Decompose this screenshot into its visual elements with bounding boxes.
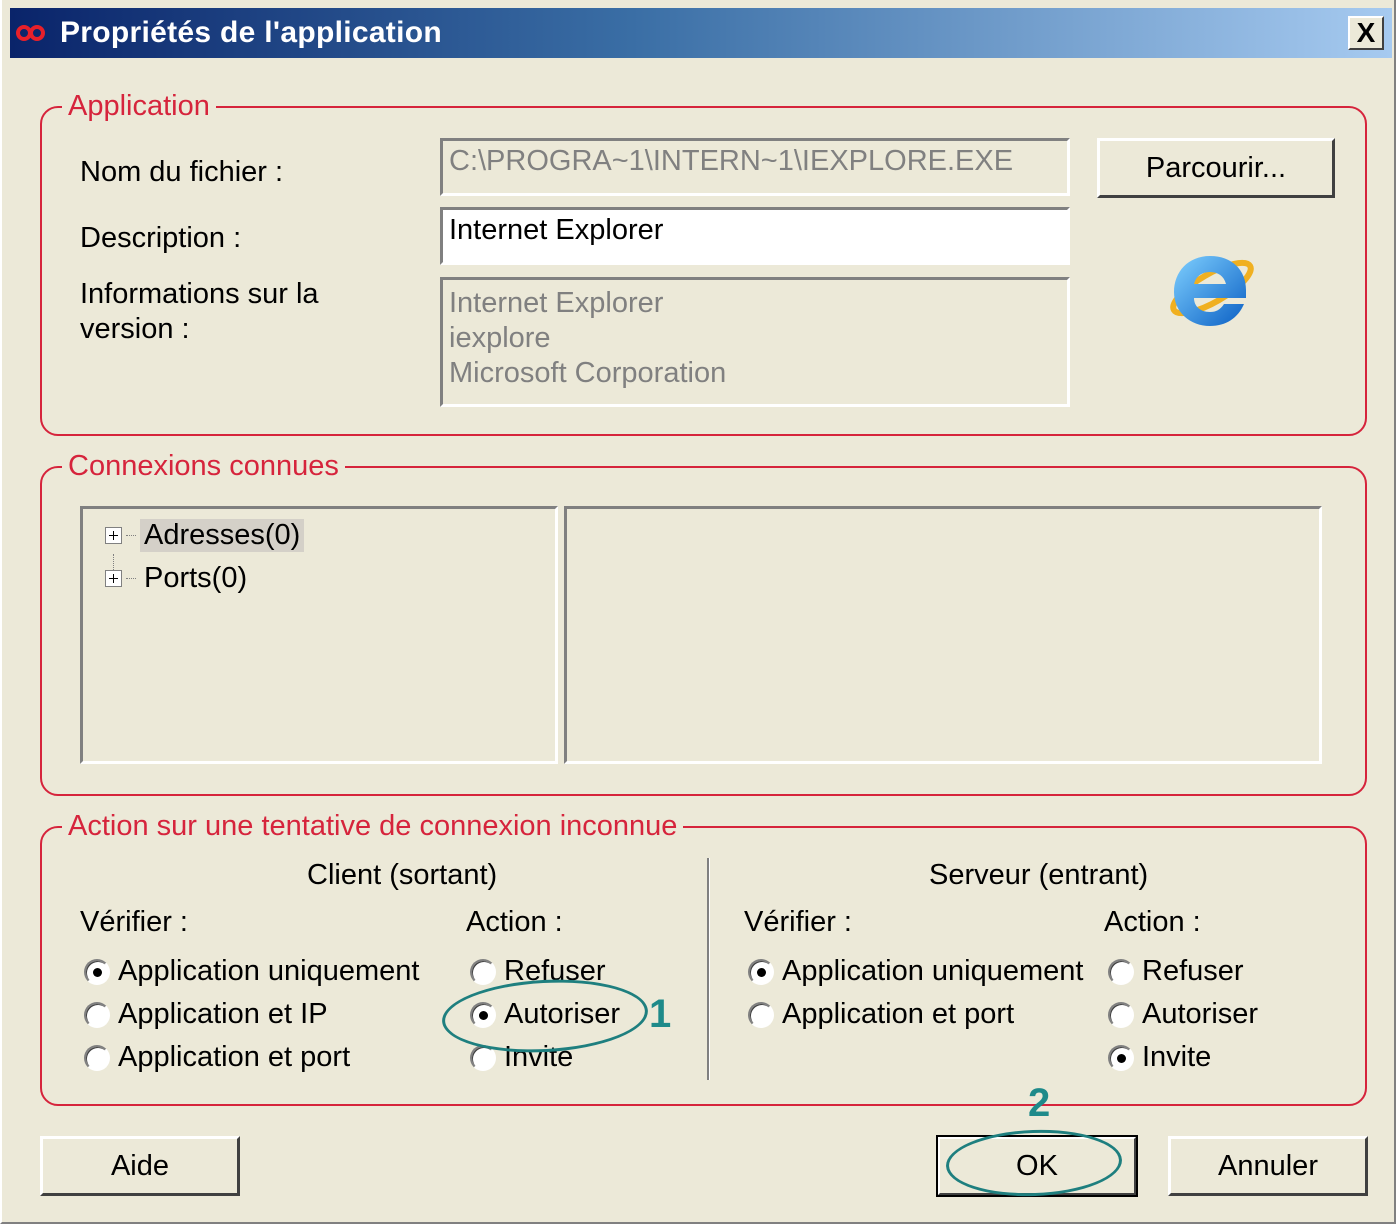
help-button[interactable]: Aide: [40, 1136, 240, 1196]
radio-icon[interactable]: [1108, 1044, 1134, 1071]
client-action-label: Action :: [466, 906, 563, 938]
version-label-line2: version :: [80, 313, 190, 345]
radio-icon[interactable]: [84, 958, 110, 985]
radio-label: Invite: [1142, 1041, 1212, 1073]
client-verify-app-port-radio[interactable]: Application et port: [84, 1041, 350, 1074]
radio-icon[interactable]: [748, 958, 774, 985]
radio-icon[interactable]: [84, 1001, 110, 1028]
version-line: Internet Explorer: [449, 287, 664, 319]
tree-item-adresses[interactable]: Adresses(0): [105, 517, 305, 553]
cancel-button[interactable]: Annuler: [1168, 1136, 1368, 1196]
filename-field[interactable]: C:\PROGRA~1\INTERN~1\IEXPLORE.EXE: [440, 138, 1070, 196]
radio-label: Application et IP: [118, 998, 328, 1030]
expand-icon[interactable]: [105, 569, 122, 587]
description-field[interactable]: Internet Explorer: [440, 207, 1070, 265]
browse-button[interactable]: Parcourir...: [1097, 138, 1335, 198]
radio-icon[interactable]: [1108, 958, 1134, 985]
tree-item-label: Adresses(0): [140, 518, 305, 552]
server-action-autoriser-radio[interactable]: Autoriser: [1108, 998, 1258, 1031]
radio-label: Application uniquement: [118, 955, 420, 987]
description-label: Description :: [80, 222, 242, 254]
version-line: Microsoft Corporation: [449, 357, 727, 389]
application-group-title: Application: [62, 89, 216, 123]
filename-label: Nom du fichier :: [80, 156, 284, 188]
tree-item-label: Ports(0): [144, 561, 248, 594]
server-verify-app-port-radio[interactable]: Application et port: [748, 998, 1014, 1031]
client-verify-app-only-radio[interactable]: Application uniquement: [84, 955, 419, 988]
tree-item-ports[interactable]: Ports(0): [105, 560, 251, 596]
dialog-window: Propriétés de l'application X Applicatio…: [0, 0, 1396, 1224]
server-verify-app-only-radio[interactable]: Application uniquement: [748, 955, 1083, 988]
connections-detail-panel[interactable]: [564, 506, 1322, 764]
app-logo-icon: [16, 21, 52, 45]
radio-label: Application et port: [118, 1041, 351, 1073]
window-title: Propriétés de l'application: [60, 16, 442, 49]
close-button[interactable]: X: [1348, 16, 1384, 50]
server-heading: Serveur (entrant): [929, 859, 1149, 891]
annotation-number-1: 1: [649, 992, 672, 1036]
radio-label: Application et port: [782, 998, 1015, 1030]
client-heading: Client (sortant): [307, 859, 498, 891]
title-bar[interactable]: Propriétés de l'application X: [10, 8, 1392, 58]
server-action-refuser-radio[interactable]: Refuser: [1108, 955, 1244, 988]
radio-icon[interactable]: [470, 958, 496, 985]
version-line: iexplore: [449, 322, 551, 354]
radio-icon[interactable]: [1108, 1001, 1134, 1028]
internet-explorer-icon: [1170, 256, 1254, 326]
version-info-field[interactable]: Internet Explorer iexplore Microsoft Cor…: [440, 277, 1070, 407]
radio-label: Autoriser: [1142, 998, 1259, 1030]
radio-label: Refuser: [1142, 955, 1244, 987]
server-verify-label: Vérifier :: [744, 906, 852, 938]
server-action-label: Action :: [1104, 906, 1201, 938]
client-verify-label: Vérifier :: [80, 906, 188, 938]
radio-icon[interactable]: [84, 1044, 110, 1071]
version-label-line1: Informations sur la: [80, 278, 319, 310]
server-action-invite-radio[interactable]: Invite: [1108, 1041, 1211, 1074]
client-verify-app-ip-radio[interactable]: Application et IP: [84, 998, 328, 1031]
annotation-number-2: 2: [1028, 1081, 1051, 1125]
action-group-title: Action sur une tentative de connexion in…: [62, 809, 684, 843]
radio-label: Application uniquement: [782, 955, 1084, 987]
connections-tree[interactable]: Adresses(0) Ports(0): [80, 506, 558, 764]
expand-icon[interactable]: [105, 526, 122, 544]
column-separator: [707, 858, 710, 1080]
radio-icon[interactable]: [748, 1001, 774, 1028]
close-icon: X: [1356, 17, 1376, 48]
connections-group-title: Connexions connues: [62, 449, 345, 483]
